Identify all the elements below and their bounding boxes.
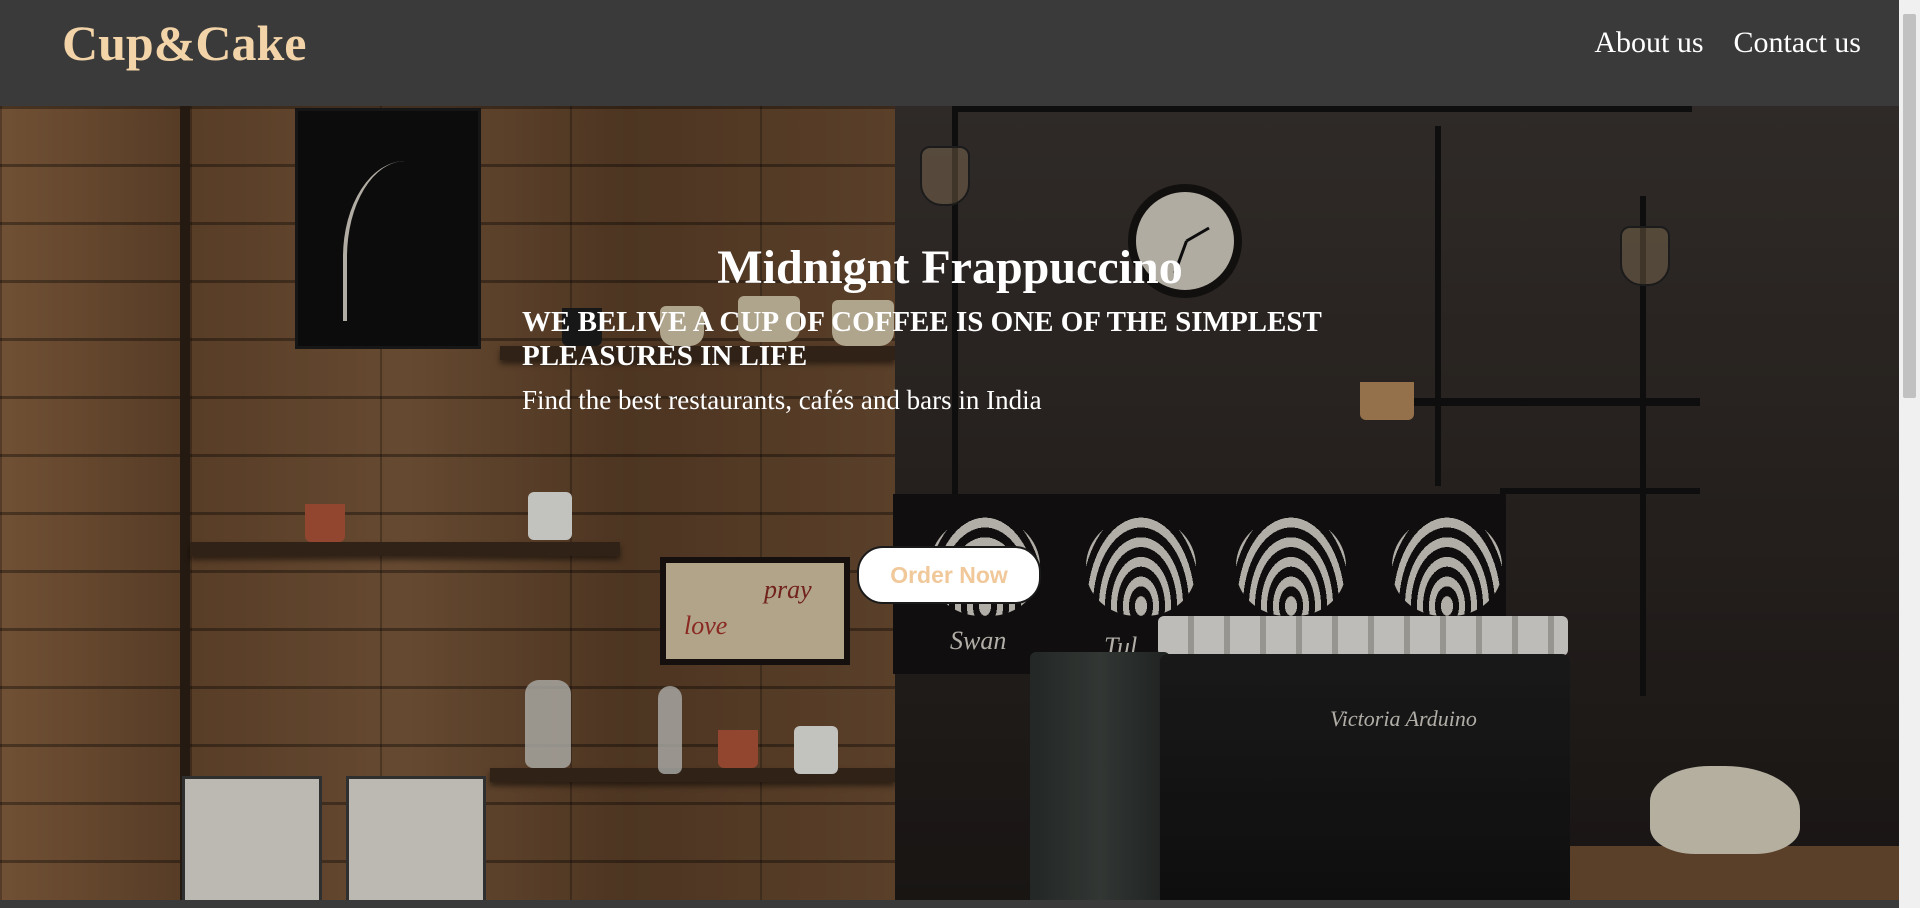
order-now-button[interactable]: Order Now	[857, 546, 1041, 604]
vertical-scrollbar[interactable]	[1899, 0, 1920, 908]
scrollbar-thumb[interactable]	[1903, 14, 1916, 398]
nav-links: About us Contact us	[1594, 26, 1861, 60]
brand-logo[interactable]: Cup&Cake	[62, 14, 306, 72]
hero-text: Find the best restaurants, cafés and bar…	[522, 385, 1042, 415]
hero-overlay	[0, 106, 1899, 900]
nav-link-about-us[interactable]: About us	[1594, 26, 1703, 60]
hero-subtitle: WE BELIVE A CUP OF COFFEE IS ONE OF THE …	[522, 306, 1322, 372]
navbar: Cup&Cake About us Contact us	[0, 0, 1899, 106]
page-bottom-strip	[0, 900, 1899, 908]
hero-content: Midnignt Frappuccino WE BELIVE A CUP OF …	[522, 240, 1402, 416]
nav-link-contact-us[interactable]: Contact us	[1734, 26, 1862, 60]
hero-title: Midnignt Frappuccino	[717, 241, 1183, 294]
hero-section: pray love Swan Tul Victoria Arduino	[0, 106, 1899, 900]
